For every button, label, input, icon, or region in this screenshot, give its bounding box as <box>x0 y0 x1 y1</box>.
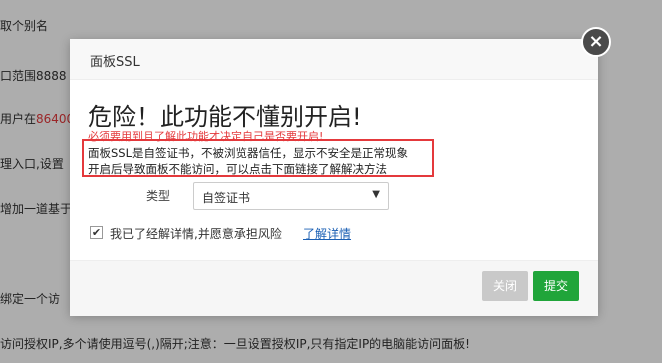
warning-line-1: 面板SSL是自签证书，不被浏览器信任，显示不安全是正常现象 <box>88 146 409 160</box>
dialog-title: 面板SSL <box>90 55 140 70</box>
type-select[interactable]: 自签证书 ▼ <box>193 182 389 210</box>
learn-more-link[interactable]: 了解详情 <box>303 225 351 242</box>
dialog-footer: 关闭 提交 <box>70 260 598 316</box>
close-button[interactable]: 关闭 <box>482 271 528 301</box>
type-select-value: 自签证书 <box>202 191 251 205</box>
dialog-header: 面板SSL <box>70 39 598 80</box>
warning-line-2: 开启后导致面板不能访问，可以点击下面链接了解解决方法 <box>88 162 387 176</box>
close-icon[interactable]: × <box>581 27 611 57</box>
danger-heading: 危险！此功能不懂别开启! <box>88 103 362 131</box>
caret-down-icon: ▼ <box>372 189 380 200</box>
submit-button[interactable]: 提交 <box>533 271 579 301</box>
agree-checkbox[interactable]: ✔ <box>90 226 103 239</box>
ssl-dialog: 面板SSL 危险！此功能不懂别开启! 必须要用到且了解此功能才决定自己是否要开启… <box>70 39 598 316</box>
agree-label: 我已了经解详情,并愿意承担风险 <box>110 227 282 241</box>
type-label: 类型 <box>146 189 171 203</box>
